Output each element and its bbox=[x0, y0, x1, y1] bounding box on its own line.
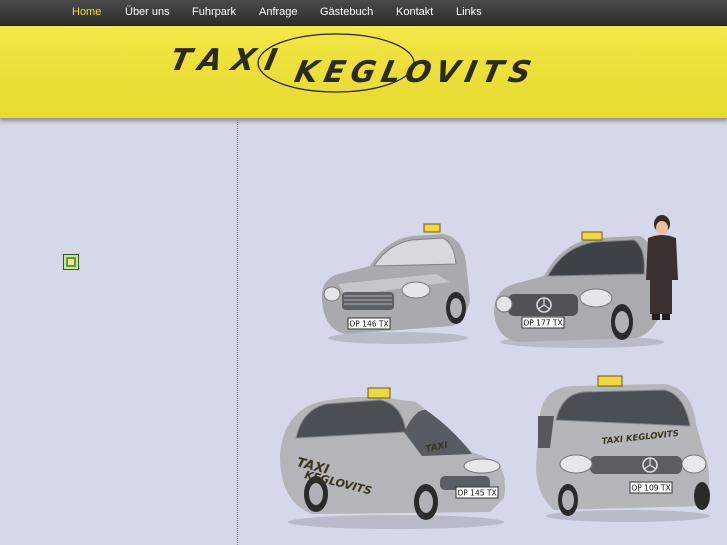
nav-anfrage[interactable]: Anfrage bbox=[259, 6, 298, 18]
logo-word-taxi: TAXI bbox=[167, 43, 290, 78]
nav-gaestebuch[interactable]: Gästebuch bbox=[320, 6, 373, 18]
nav-kontakt[interactable]: Kontakt bbox=[396, 6, 433, 18]
car-image-sedan: OP 146 TX bbox=[321, 223, 470, 344]
top-navigation: Home Über uns Fuhrpark Anfrage Gästebuch… bbox=[0, 0, 727, 26]
car-image-sedan-driver: OP 177 TX bbox=[494, 215, 678, 348]
nav-home[interactable]: Home bbox=[72, 6, 101, 18]
left-sidebar bbox=[0, 120, 237, 545]
nav-fuhrpark[interactable]: Fuhrpark bbox=[192, 6, 236, 18]
license-plate: OP 145 TX bbox=[457, 489, 496, 498]
logo-word-keglovits: KEGLOVITS bbox=[291, 55, 540, 90]
car-image-van: TAXI KEGLOVITS OP 109 TX bbox=[536, 375, 710, 522]
header-banner: TAXI KEGLOVITS bbox=[0, 26, 727, 118]
car-image-minivan: TAXI KEGLOVITS TAXI OP 145 TX bbox=[280, 387, 506, 529]
site-logo[interactable]: TAXI KEGLOVITS bbox=[0, 26, 727, 118]
broken-image-icon bbox=[63, 254, 79, 270]
nav-links[interactable]: Links bbox=[456, 6, 482, 18]
license-plate: OP 109 TX bbox=[631, 484, 670, 493]
column-divider bbox=[237, 120, 238, 545]
license-plate: OP 146 TX bbox=[349, 320, 388, 329]
nav-ueber-uns[interactable]: Über uns bbox=[125, 6, 170, 18]
license-plate: OP 177 TX bbox=[523, 319, 562, 328]
